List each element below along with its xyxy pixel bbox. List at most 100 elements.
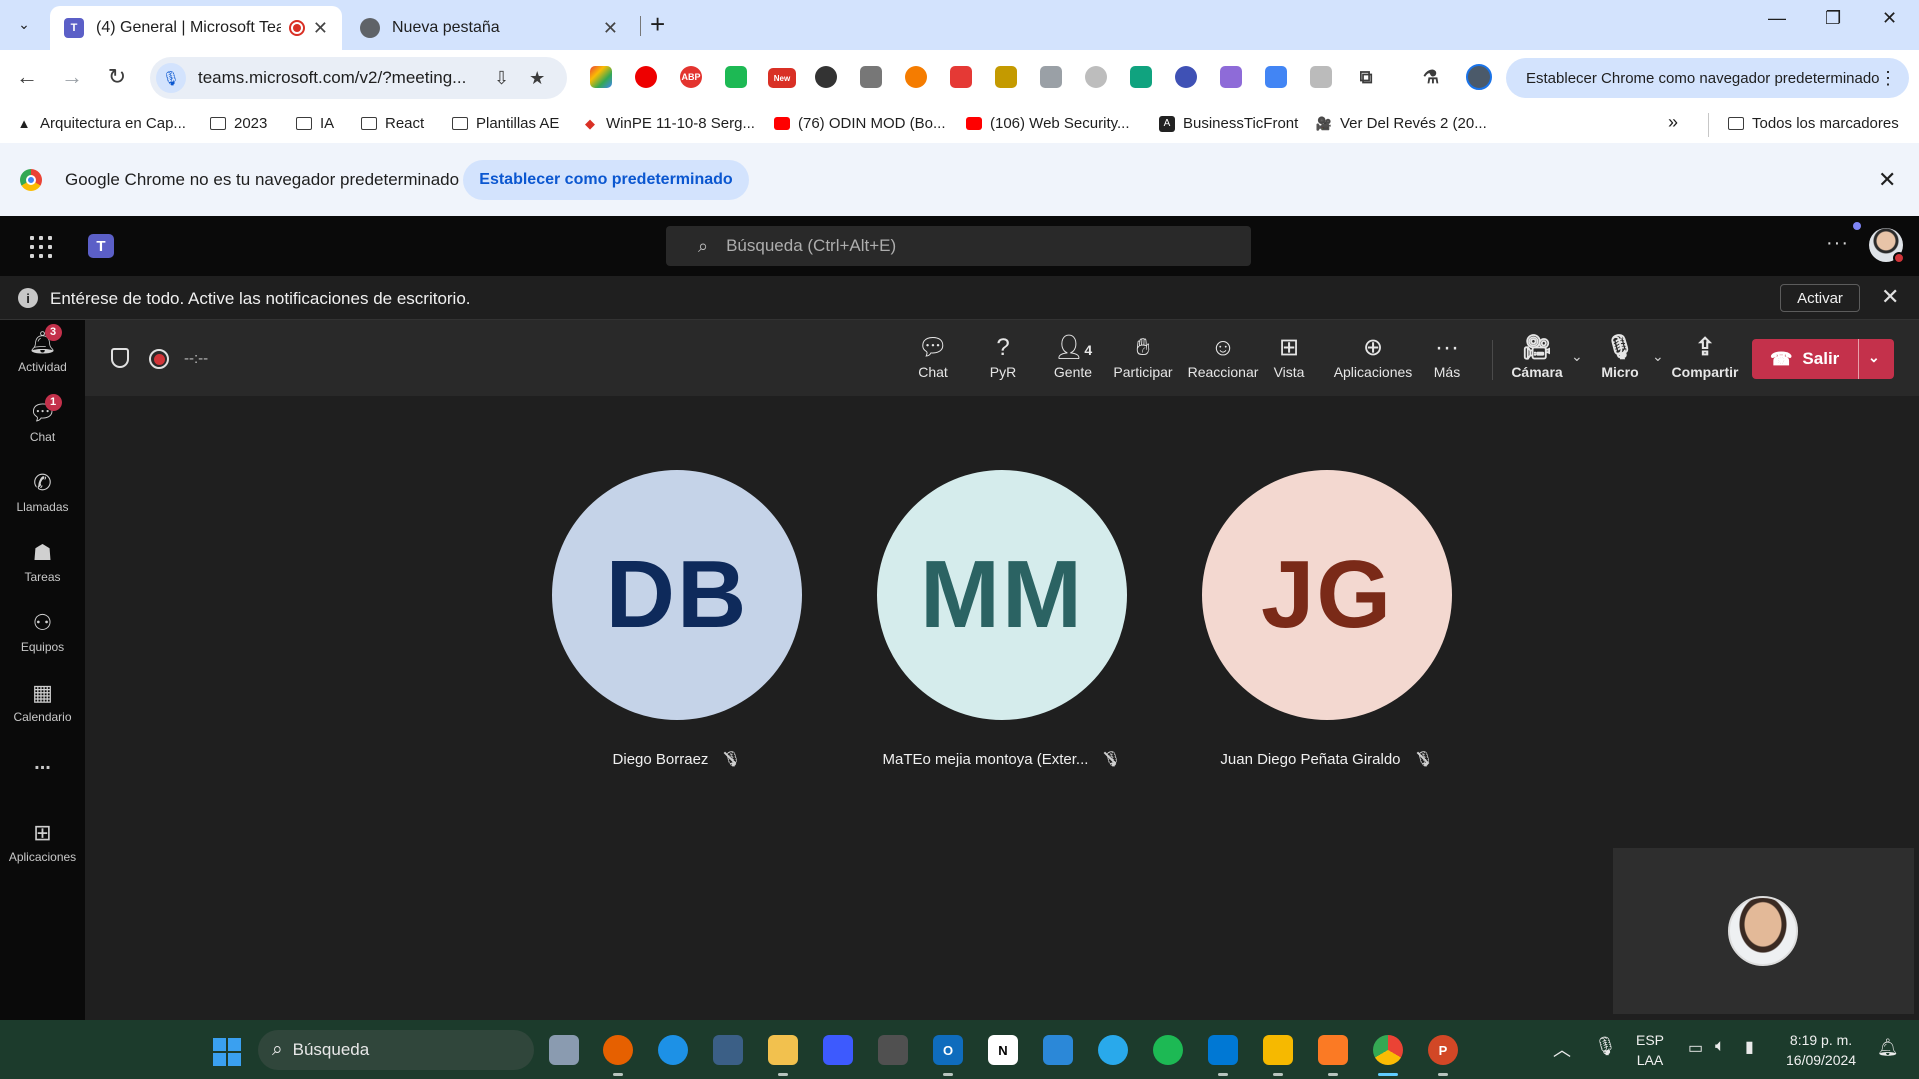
rail-item-calendario[interactable]: ▦ Calendario <box>0 680 85 724</box>
xampp-icon[interactable] <box>1318 1035 1348 1065</box>
app-terminal-icon[interactable] <box>713 1035 743 1065</box>
bookmark-item[interactable]: 🎥 Ver Del Revés 2 (20... <box>1316 115 1487 132</box>
participant-tile[interactable]: DB Diego Borraez 🎙︎ <box>552 470 802 768</box>
install-app-icon[interactable]: ⇩ <box>494 68 509 89</box>
people-button[interactable]: 👤︎4 Gente <box>1037 334 1109 380</box>
extension-shield-icon[interactable] <box>860 66 882 88</box>
leave-options-chevron-icon[interactable]: ⌄ <box>1868 349 1880 366</box>
all-bookmarks-folder[interactable]: Todos los marcadores <box>1728 115 1899 132</box>
camera-button[interactable]: 🎥︎ Cámara <box>1501 334 1573 380</box>
extension-chatgpt-icon[interactable] <box>1130 66 1152 88</box>
recording-icon[interactable] <box>149 349 169 369</box>
outlook-icon[interactable]: O <box>933 1035 963 1065</box>
extension-color-icon[interactable] <box>590 66 612 88</box>
windows-start-icon[interactable] <box>213 1038 241 1066</box>
bookmark-item[interactable]: (76) ODIN MOD (Bo... <box>774 115 946 132</box>
user-avatar[interactable] <box>1853 222 1905 264</box>
notifications-bell-icon[interactable]: 🔔︎ <box>1877 1038 1899 1058</box>
app-unity-icon[interactable] <box>878 1035 908 1065</box>
extension-orange-icon[interactable] <box>905 66 927 88</box>
extension-purple-icon[interactable] <box>1220 66 1242 88</box>
new-tab-button[interactable]: + <box>650 10 665 38</box>
vscode-icon[interactable] <box>1208 1035 1238 1065</box>
rail-item-chat[interactable]: 💬︎ 1 Chat <box>0 394 85 444</box>
chrome-profile-avatar[interactable] <box>1466 64 1492 90</box>
extension-mouse-icon[interactable] <box>1085 66 1107 88</box>
show-hidden-icons-chevron-icon[interactable]: ︿ <box>1553 1036 1571 1062</box>
network-icon[interactable]: ▭ <box>1688 1038 1703 1058</box>
chrome-dev-icon[interactable] <box>1373 1035 1403 1065</box>
bookmark-folder[interactable]: React <box>361 115 424 132</box>
bookmark-item[interactable]: ▲ Arquitectura en Cap... <box>16 115 186 132</box>
minimize-button[interactable]: — <box>1768 8 1786 29</box>
rail-item-aplicaciones[interactable]: ⊞ Aplicaciones <box>0 820 85 864</box>
forward-button[interactable]: → <box>57 64 87 90</box>
teams-search-input[interactable]: ⌕ Búsqueda (Ctrl+Alt+E) <box>666 226 1251 266</box>
mic-options-chevron-icon[interactable]: ⌄ <box>1652 348 1664 365</box>
set-default-browser-button[interactable]: Establecer Chrome como navegador predete… <box>1506 58 1909 98</box>
system-clock[interactable]: 8:19 p. m. 16/09/2024 <box>1786 1030 1856 1070</box>
camera-options-chevron-icon[interactable]: ⌄ <box>1571 348 1583 365</box>
app-launcher-icon[interactable] <box>30 236 52 258</box>
input-language[interactable]: ESP LAA <box>1636 1030 1664 1070</box>
extension-dark-icon[interactable] <box>815 66 837 88</box>
notion-icon[interactable]: N <box>988 1035 1018 1065</box>
extension-face-icon[interactable] <box>1175 66 1197 88</box>
chat-button[interactable]: 💬︎ Chat <box>897 334 969 380</box>
more-button[interactable]: ··· Más <box>1411 334 1483 380</box>
back-button[interactable]: ← <box>12 64 42 90</box>
participant-tile[interactable]: JG Juan Diego Peñata Giraldo 🎙︎ <box>1202 470 1452 768</box>
close-tab-icon[interactable]: ✕ <box>603 18 618 39</box>
restore-button[interactable]: ❐ <box>1825 8 1841 29</box>
qa-button[interactable]: ? PyR <box>967 334 1039 380</box>
extension-new-badge-icon[interactable]: New <box>768 68 796 88</box>
rail-more-apps[interactable]: ... <box>0 752 85 775</box>
bookmark-item[interactable]: (106) Web Security... <box>966 115 1130 132</box>
activate-notifications-button[interactable]: Activar <box>1780 284 1860 312</box>
spotify-icon[interactable] <box>1153 1035 1183 1065</box>
close-tab-icon[interactable]: ✕ <box>313 18 328 39</box>
telegram-icon[interactable] <box>1098 1035 1128 1065</box>
share-button[interactable]: ⇪ Compartir <box>1667 334 1743 380</box>
extension-red-grid-icon[interactable] <box>950 66 972 88</box>
chrome-menu-icon[interactable]: ⋮ <box>1879 68 1897 89</box>
extension-sparkle-icon[interactable] <box>1265 66 1287 88</box>
app-feather-icon[interactable] <box>1043 1035 1073 1065</box>
extension-ublock-icon[interactable] <box>635 66 657 88</box>
extension-yellow-icon[interactable] <box>995 66 1017 88</box>
close-infobar-icon[interactable]: ✕ <box>1878 167 1896 193</box>
extensions-puzzle-icon[interactable]: ⧉ <box>1355 66 1377 88</box>
rail-item-equipos[interactable]: ⚇ Equipos <box>0 610 85 654</box>
bookmark-star-icon[interactable]: ★ <box>529 68 545 89</box>
set-as-default-button[interactable]: Establecer como predeterminado <box>463 160 749 200</box>
extension-green-icon[interactable] <box>725 66 747 88</box>
bookmark-item[interactable]: A BusinessTicFront <box>1159 115 1298 132</box>
shield-icon[interactable] <box>111 348 129 368</box>
microphone-in-use-icon[interactable]: 🎙 <box>156 63 186 93</box>
microphone-tray-icon[interactable]: 🎙︎ <box>1594 1036 1617 1057</box>
close-banner-icon[interactable]: ✕ <box>1881 284 1899 310</box>
volume-icon[interactable]: 🔈︎ <box>1715 1036 1725 1056</box>
close-window-button[interactable]: ✕ <box>1882 8 1897 29</box>
docker-icon[interactable] <box>658 1035 688 1065</box>
tab-new-tab[interactable]: Nueva pestaña ✕ <box>346 6 632 50</box>
app-mathcad-icon[interactable] <box>823 1035 853 1065</box>
bookmark-item[interactable]: ◆ WinPE 11-10-8 Serg... <box>582 115 755 132</box>
powerpoint-icon[interactable]: P <box>1428 1035 1458 1065</box>
rail-item-actividad[interactable]: 🔔︎ 3 Actividad <box>0 324 85 374</box>
app-storage-icon[interactable] <box>549 1035 579 1065</box>
firefox-icon[interactable] <box>603 1035 633 1065</box>
file-explorer-icon[interactable] <box>768 1035 798 1065</box>
tab-teams[interactable]: T (4) General | Microsoft Teams ✕ <box>50 6 342 50</box>
taskbar-search[interactable]: ⌕ Búsqueda <box>258 1030 534 1070</box>
mic-button[interactable]: 🎙︎ Micro <box>1584 334 1656 380</box>
extension-adblock-plus-icon[interactable]: ABP <box>680 66 702 88</box>
participant-tile[interactable]: MM MaTEo mejia montoya (Exter... 🎙︎ <box>877 470 1127 768</box>
reload-button[interactable]: ↻ <box>102 64 132 90</box>
rail-item-llamadas[interactable]: ✆ Llamadas <box>0 470 85 514</box>
self-view-tile[interactable] <box>1613 848 1914 1014</box>
rail-item-tareas[interactable]: ☗ Tareas <box>0 540 85 584</box>
more-options-icon[interactable]: ··· <box>1826 232 1849 255</box>
raise-hand-button[interactable]: ✋︎ Participar <box>1107 334 1179 380</box>
address-bar[interactable]: 🎙 teams.microsoft.com/v2/?meeting... ⇩ ★ <box>150 57 567 99</box>
